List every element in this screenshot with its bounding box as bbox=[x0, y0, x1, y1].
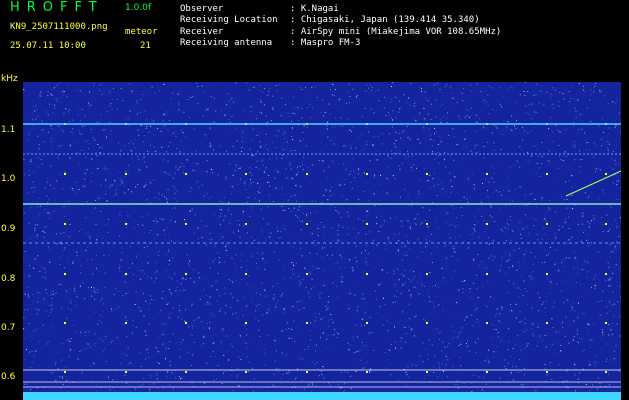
meteor-trace bbox=[565, 170, 621, 197]
filename: KN9_2507111000.png bbox=[10, 22, 108, 32]
low-frequency-band bbox=[23, 392, 621, 400]
y-axis-unit: kHz bbox=[1, 74, 18, 84]
info-label-antenna: Receiving antenna bbox=[180, 38, 273, 48]
y-tick-label: 1.1 bbox=[1, 125, 16, 135]
noise-speckle bbox=[23, 82, 621, 393]
y-tick-label: 0.9 bbox=[1, 224, 16, 234]
y-tick-label: 0.8 bbox=[1, 274, 16, 284]
datetime: 25.07.11 10:00 bbox=[10, 41, 86, 51]
y-tick-label: 1.0 bbox=[1, 174, 16, 184]
info-value-observer: : K.Nagai bbox=[290, 4, 339, 14]
meteor-count: 21 bbox=[140, 41, 151, 51]
info-label-receiver: Receiver bbox=[180, 27, 224, 37]
info-value-receiver: : AirSpy mini (Miakejima VOR 108.65MHz) bbox=[290, 27, 502, 37]
info-label-location: Receiving Location bbox=[180, 15, 278, 25]
info-value-location: : Chigasaki, Japan (139.414 35.340) bbox=[290, 15, 480, 25]
info-value-antenna: : Maspro FM-3 bbox=[290, 38, 361, 48]
info-label-observer: Observer bbox=[180, 4, 224, 14]
spectrogram-canvas bbox=[23, 82, 621, 400]
y-tick-label: 0.6 bbox=[1, 372, 16, 382]
app-version: 1.0.0f bbox=[125, 3, 152, 13]
meteor-label: meteor bbox=[125, 27, 158, 37]
y-tick-label: 0.7 bbox=[1, 323, 16, 333]
spectrogram-plot bbox=[23, 82, 621, 400]
app-title: HROFFT bbox=[10, 0, 104, 15]
